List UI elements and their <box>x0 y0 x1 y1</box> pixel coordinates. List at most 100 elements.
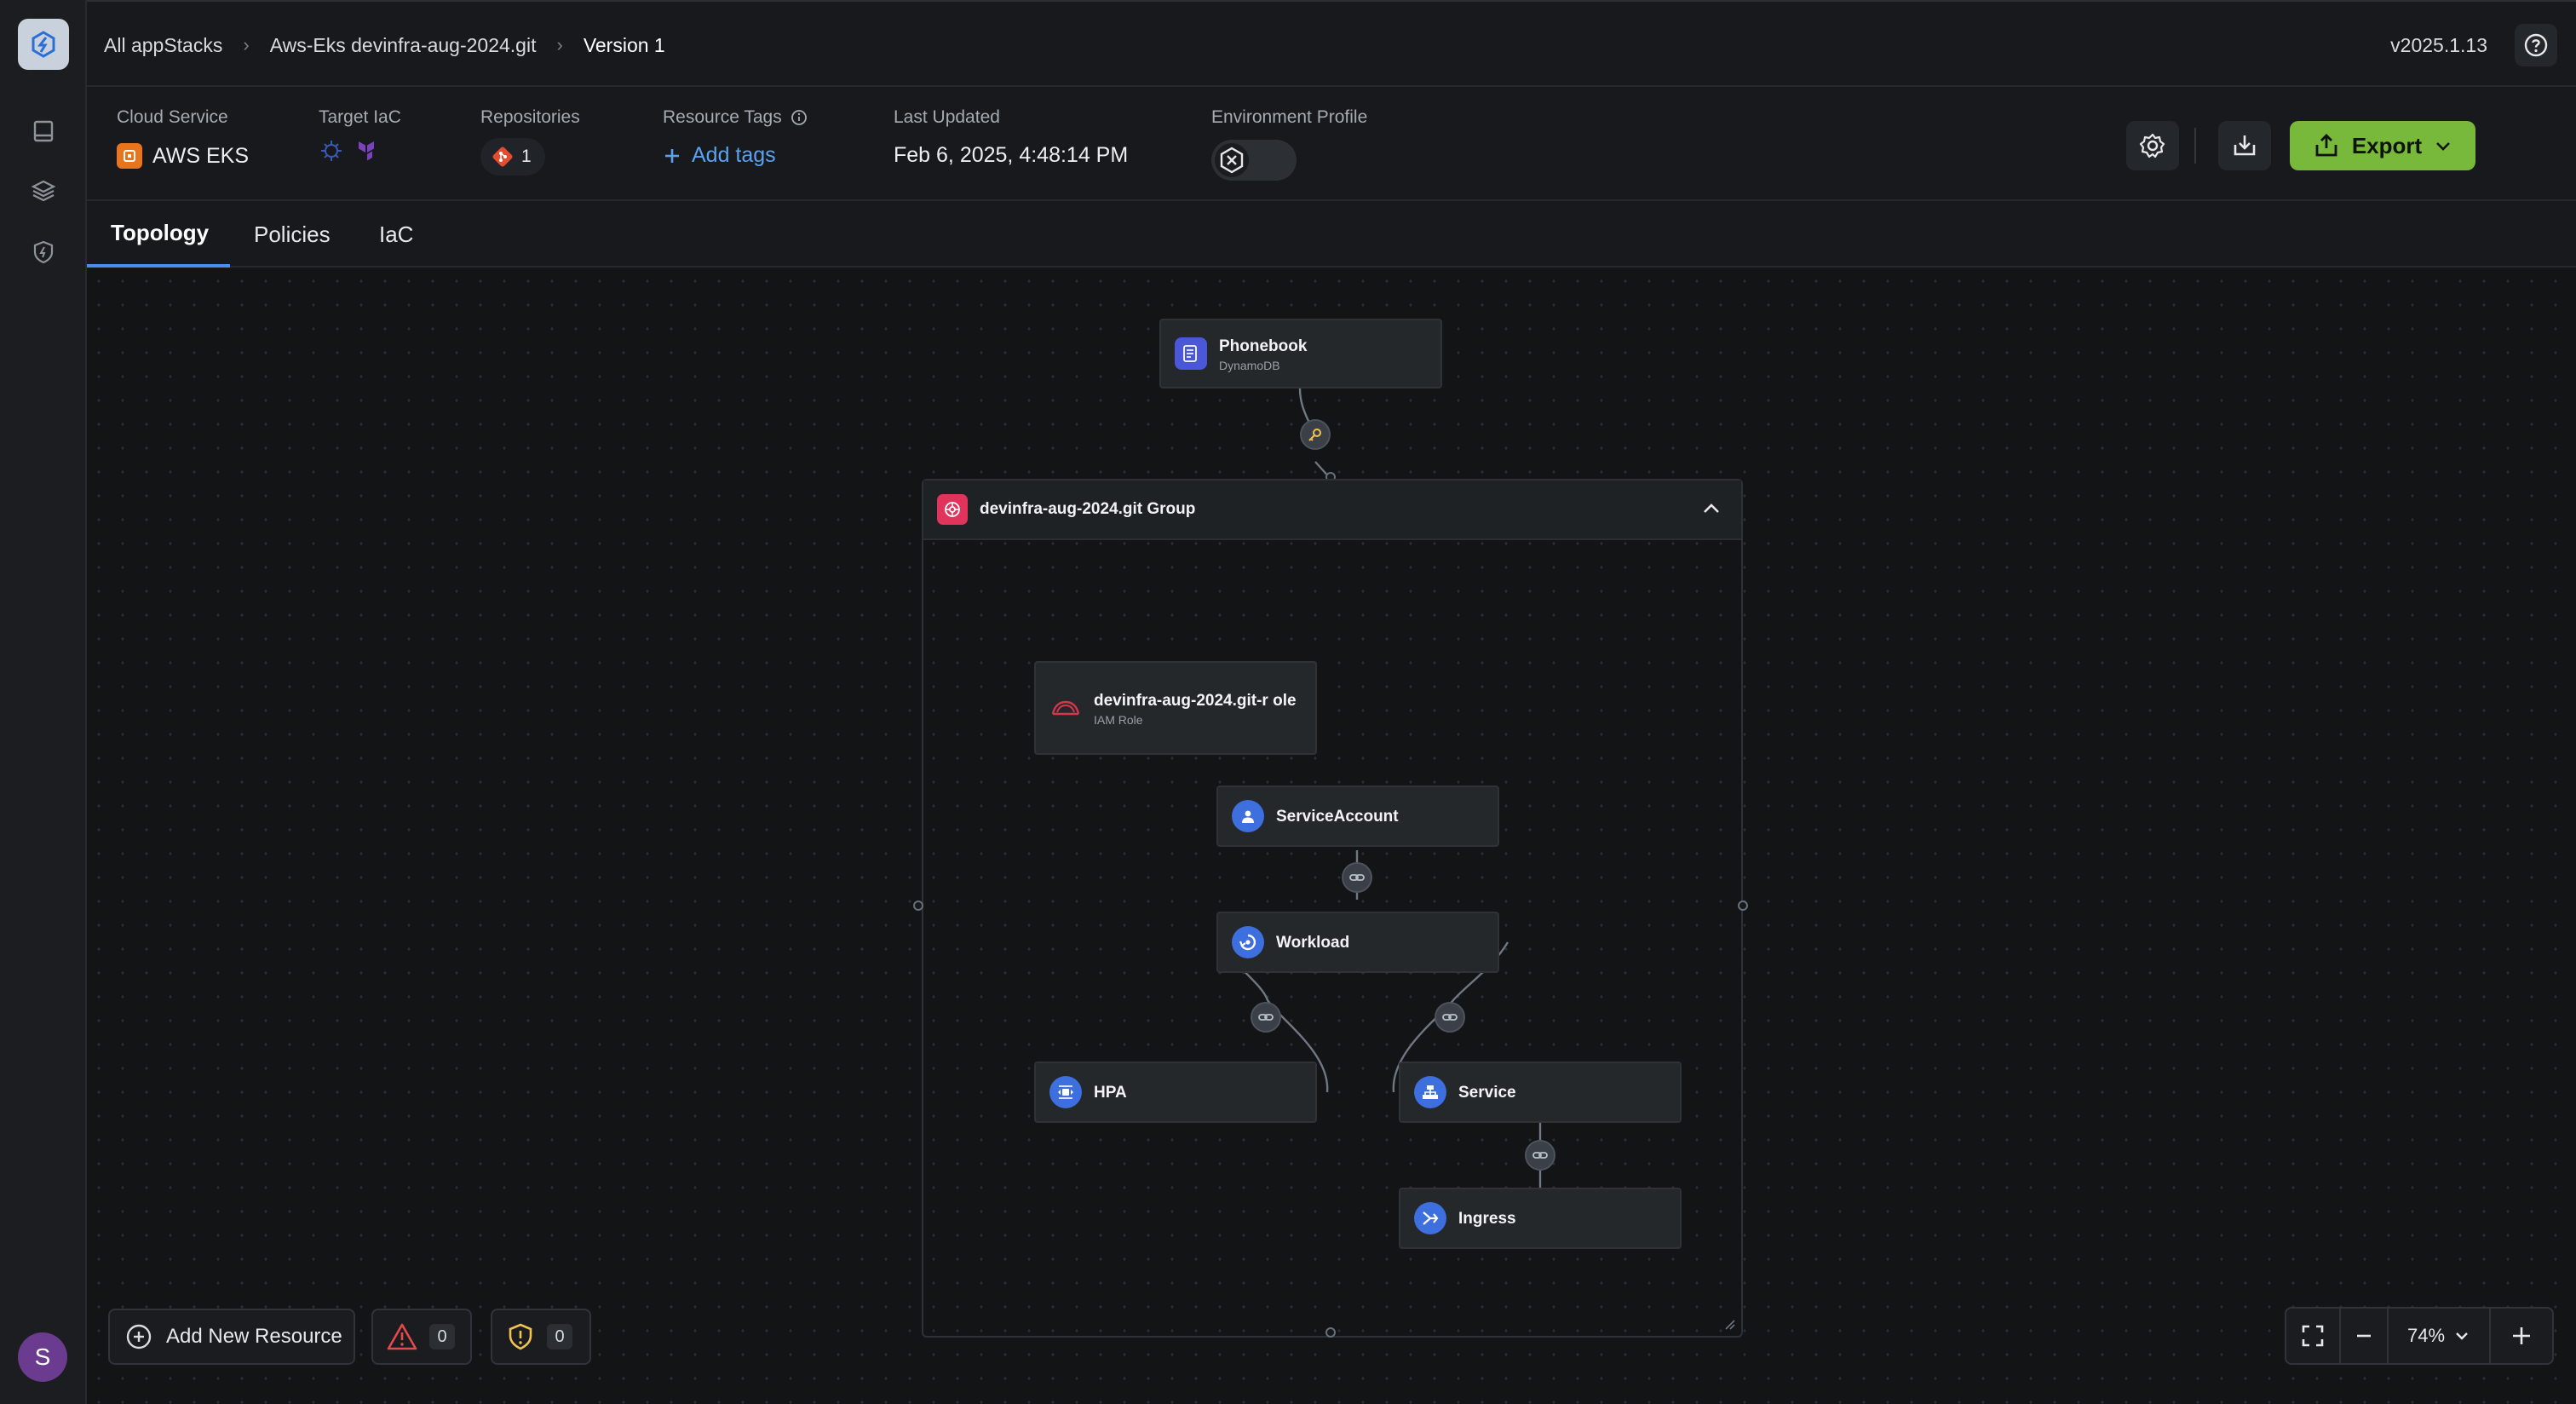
cloud-service-label: Cloud Service <box>117 107 228 127</box>
node-phonebook-type: DynamoDB <box>1219 358 1280 372</box>
environment-profile-field: Environment Profile <box>1211 107 1367 181</box>
toolbar-divider <box>2194 128 2196 164</box>
book-icon[interactable] <box>18 106 69 157</box>
zoom-level-value: 74% <box>2406 1325 2446 1346</box>
errors-counter[interactable]: 0 <box>371 1309 472 1365</box>
info-icon[interactable] <box>791 109 808 126</box>
node-service-account[interactable]: ServiceAccount <box>1216 785 1499 847</box>
breadcrumb-version: Version 1 <box>583 33 665 56</box>
helm-icon <box>319 138 344 164</box>
help-icon[interactable] <box>2515 24 2557 66</box>
tab-iac[interactable]: IaC <box>355 201 437 268</box>
aws-icon <box>117 143 142 169</box>
repositories-badge[interactable]: 1 <box>480 138 545 176</box>
group-right-handle[interactable] <box>1738 901 1748 911</box>
group-bottom-handle[interactable] <box>1325 1327 1336 1338</box>
git-icon <box>492 147 513 167</box>
add-new-resource-button[interactable]: Add New Resource <box>108 1309 355 1365</box>
minus-icon <box>2357 1334 2371 1338</box>
download-icon <box>2234 135 2256 156</box>
dynamodb-icon <box>1175 337 1207 370</box>
repositories-count: 1 <box>521 147 532 166</box>
node-phonebook-title: Phonebook <box>1219 337 1308 355</box>
node-service-account-title: ServiceAccount <box>1276 807 1399 826</box>
chevron-up-icon[interactable] <box>1699 496 1724 521</box>
tab-topology[interactable]: Topology <box>87 201 230 268</box>
group-icon <box>937 494 968 525</box>
fullscreen-icon <box>2302 1325 2324 1347</box>
node-iam-role-type: IAM Role <box>1094 712 1143 727</box>
resource-tags-field: Resource Tags Add tags <box>663 107 808 168</box>
zoom-controls: 74% <box>2285 1307 2554 1365</box>
chevron-right-icon: › <box>243 34 250 55</box>
repositories-label: Repositories <box>480 107 580 127</box>
kubernetes-service-icon <box>1414 1076 1446 1108</box>
avatar-initial: S <box>34 1344 51 1370</box>
link-icon[interactable] <box>1342 862 1372 893</box>
warnings-counter[interactable]: 0 <box>491 1309 591 1365</box>
link-icon[interactable] <box>1251 1002 1281 1033</box>
shield-icon[interactable] <box>18 227 69 278</box>
appstack-info-bar: Cloud Service AWS EKS Target IaC Reposit… <box>87 87 2576 201</box>
key-link-icon[interactable] <box>1300 419 1331 450</box>
kubernetes-service-account-icon <box>1232 800 1264 832</box>
warnings-count: 0 <box>547 1324 572 1349</box>
node-ingress[interactable]: Ingress <box>1399 1188 1682 1249</box>
avatar[interactable]: S <box>18 1332 67 1382</box>
breadcrumb-appstack[interactable]: Aws-Eks devinfra-aug-2024.git <box>270 34 537 57</box>
chevron-right-icon: › <box>556 34 563 55</box>
link-icon[interactable] <box>1435 1002 1465 1033</box>
node-workload[interactable]: Workload <box>1216 912 1499 973</box>
gear-icon <box>2139 133 2165 158</box>
kubernetes-workload-icon <box>1232 926 1264 958</box>
node-hpa-title: HPA <box>1094 1083 1127 1102</box>
download-button[interactable] <box>2218 121 2271 170</box>
environment-off-icon <box>1215 143 1249 177</box>
zoom-in-button[interactable] <box>2491 1309 2552 1363</box>
export-label: Export <box>2351 132 2423 158</box>
environment-profile-toggle[interactable] <box>1211 140 1297 181</box>
resize-grip-icon[interactable] <box>1722 1317 1736 1331</box>
export-button[interactable]: Export <box>2290 121 2475 170</box>
upload-icon <box>2315 134 2337 157</box>
kubernetes-ingress-icon <box>1414 1202 1446 1234</box>
node-hpa[interactable]: HPA <box>1034 1062 1317 1123</box>
last-updated-label: Last Updated <box>894 107 1000 127</box>
group-left-handle[interactable] <box>913 901 923 911</box>
errors-count: 0 <box>429 1324 455 1349</box>
node-phonebook[interactable]: Phonebook DynamoDB <box>1159 319 1442 388</box>
warning-triangle-icon <box>387 1323 417 1350</box>
kubernetes-hpa-icon <box>1049 1076 1082 1108</box>
layers-icon[interactable] <box>18 165 69 216</box>
repositories-field: Repositories 1 <box>480 107 580 176</box>
group-header[interactable]: devinfra-aug-2024.git Group <box>923 480 1741 540</box>
tab-policies[interactable]: Policies <box>230 201 354 268</box>
target-iac-field: Target IaC <box>319 107 401 164</box>
node-service[interactable]: Service <box>1399 1062 1682 1123</box>
node-iam-role[interactable]: devinfra-aug-2024.git-r ole IAM Role <box>1034 661 1317 755</box>
fit-view-button[interactable] <box>2286 1309 2341 1363</box>
node-service-title: Service <box>1458 1083 1516 1102</box>
node-iam-role-title: devinfra-aug-2024.git-r ole <box>1094 691 1297 710</box>
target-iac-label: Target IaC <box>319 107 401 127</box>
plus-circle-icon <box>126 1324 152 1349</box>
link-icon[interactable] <box>1525 1140 1555 1171</box>
zoom-out-button[interactable] <box>2341 1309 2389 1363</box>
cloud-service-value: AWS EKS <box>152 143 249 168</box>
cloud-service-field: Cloud Service AWS EKS <box>117 107 249 169</box>
settings-button[interactable] <box>2126 121 2179 170</box>
left-rail: S <box>0 0 87 1404</box>
breadcrumb: All appStacks › Aws-Eks devinfra-aug-202… <box>104 2 665 89</box>
last-updated-value: Feb 6, 2025, 4:48:14 PM <box>894 143 1129 167</box>
topology-canvas[interactable]: Phonebook DynamoDB devinfra-aug-2024.git… <box>87 269 2576 1404</box>
add-tags-button[interactable]: Add tags <box>663 143 808 168</box>
node-workload-title: Workload <box>1276 933 1350 952</box>
breadcrumb-all-appstacks[interactable]: All appStacks <box>104 34 222 57</box>
group-title: devinfra-aug-2024.git Group <box>980 500 1196 518</box>
shield-warning-icon <box>509 1323 532 1350</box>
app-logo-icon[interactable] <box>18 19 69 70</box>
zoom-level-select[interactable]: 74% <box>2389 1309 2491 1363</box>
resource-tags-label: Resource Tags <box>663 107 782 127</box>
app-version: v2025.1.13 <box>2390 33 2487 56</box>
plus-icon <box>2513 1327 2530 1344</box>
